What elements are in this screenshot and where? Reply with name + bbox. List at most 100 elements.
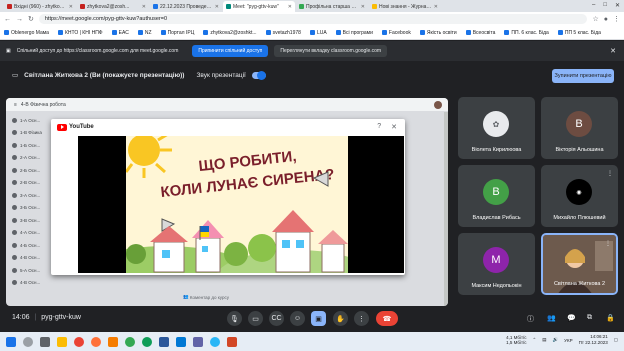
tab-close-icon[interactable]: ✕ bbox=[69, 4, 73, 10]
bookmark-12[interactable]: ПП. 6 клас. Біда bbox=[504, 29, 549, 36]
class-icon bbox=[12, 180, 17, 186]
explorer-icon[interactable] bbox=[57, 336, 67, 347]
people-icon[interactable]: 👥 bbox=[547, 314, 556, 322]
participant-tile-1[interactable]: В Вікторія Альошина bbox=[541, 97, 618, 159]
browser-tab-2[interactable]: 22.12.2023 Проведення о...✕ bbox=[150, 1, 222, 12]
browser-tab-3[interactable]: Meet: "pyg-gttv-kuw" ✕ bbox=[223, 1, 295, 12]
microphone-button[interactable]: 🎙 bbox=[227, 311, 242, 326]
stop-presenting-button[interactable]: Зупинити презентацію bbox=[552, 69, 614, 83]
participant-tile-3[interactable]: ◉ Михайло Плюшевий ⋮ bbox=[541, 165, 618, 227]
class-icon bbox=[12, 230, 17, 236]
window-controls: – □ ✕ bbox=[592, 2, 620, 9]
keyboard-language[interactable]: УКР bbox=[564, 338, 572, 343]
mail-icon[interactable] bbox=[176, 336, 186, 347]
notification-icon[interactable]: ▢ bbox=[614, 337, 618, 343]
browser-tab-0[interactable]: Вхідні (960) - zhytkova2@sosh...✕ bbox=[4, 1, 76, 12]
telegram-icon[interactable] bbox=[210, 336, 220, 347]
profile-icon[interactable]: ● bbox=[604, 16, 608, 23]
firefox-icon[interactable] bbox=[91, 336, 101, 347]
bookmark-11[interactable]: Всеосвіта bbox=[465, 29, 496, 36]
store-icon[interactable] bbox=[193, 336, 203, 347]
bookmark-2[interactable]: EAC bbox=[111, 29, 129, 36]
info-icon[interactable]: ⓘ bbox=[527, 314, 534, 324]
window-close-icon[interactable]: ✕ bbox=[615, 2, 620, 9]
participant-menu-icon[interactable]: ⋮ bbox=[605, 240, 611, 247]
browser-tab-1[interactable]: zhytkova2@zosh... ✕ bbox=[77, 1, 149, 12]
banner-close-icon[interactable]: ✕ bbox=[610, 47, 616, 55]
bookmark-label: EAC bbox=[118, 29, 129, 36]
present-button[interactable]: ▣ bbox=[311, 311, 326, 326]
bookmark-4[interactable]: Портал IPЦ bbox=[160, 29, 195, 36]
bookmark-0[interactable]: Oblenergo Мама bbox=[4, 30, 49, 36]
minimize-icon[interactable]: – bbox=[592, 2, 595, 9]
video-player[interactable]: ЩО РОБИТИ, КОЛИ ЛУНАЄ СИРЕНА? bbox=[78, 136, 404, 273]
bookmark-icon bbox=[203, 30, 209, 35]
bookmark-label: Всеосвіта bbox=[472, 29, 496, 36]
bookmark-label: Портал IPЦ bbox=[167, 29, 195, 36]
youtube-modal: YouTube ? ✕ ЩО РОБИТИ, КОЛИ ЛУНАЄ СИРЕНА… bbox=[51, 119, 405, 275]
reactions-button[interactable]: ☺ bbox=[290, 311, 305, 326]
back-icon[interactable]: ← bbox=[4, 16, 11, 23]
search-icon[interactable] bbox=[23, 336, 33, 347]
volume-icon[interactable]: 🔊 bbox=[553, 337, 559, 343]
bookmark-10[interactable]: Якість освіти bbox=[419, 29, 457, 36]
close-icon[interactable]: ✕ bbox=[391, 123, 397, 131]
class-icon bbox=[12, 267, 17, 273]
bookmark-8[interactable]: Всі програми bbox=[335, 30, 373, 36]
tray-chevron-icon[interactable]: ⌃ bbox=[533, 337, 537, 343]
host-controls-icon[interactable]: 🔒 bbox=[606, 314, 615, 322]
bookmark-5[interactable]: zhytkova2@zoshkt... bbox=[203, 30, 257, 36]
participant-tile-4[interactable]: M Максим Недопьокін bbox=[458, 233, 535, 295]
media-player-icon[interactable] bbox=[108, 336, 118, 347]
chat-icon[interactable]: 💬 bbox=[567, 314, 576, 322]
tab-close-icon[interactable]: ✕ bbox=[215, 4, 219, 10]
tab-close-icon[interactable]: ✕ bbox=[288, 4, 292, 10]
camera-button[interactable]: ▭ bbox=[248, 311, 263, 326]
windows-start-icon[interactable] bbox=[6, 336, 16, 347]
class-label: 1-В Фізика bbox=[20, 130, 42, 136]
bookmark-7[interactable]: LUA bbox=[309, 29, 327, 36]
captions-button[interactable]: CC bbox=[269, 311, 284, 326]
stop-sharing-button[interactable]: Припинити спільний доступ bbox=[192, 45, 269, 57]
edge-icon[interactable] bbox=[142, 336, 152, 347]
tab-close-icon[interactable]: ✕ bbox=[434, 4, 438, 10]
tab-close-icon[interactable]: ✕ bbox=[361, 4, 365, 10]
switch-tab-button[interactable]: Переглянути вкладку classroom.google.com bbox=[274, 45, 388, 57]
activities-icon[interactable]: ⧉ bbox=[587, 314, 592, 322]
system-clock[interactable]: 14:06:21 Пт 22.12.2023 bbox=[579, 334, 608, 346]
browser-tab-5[interactable]: Нові знання - Журнали - Елек...✕ bbox=[369, 1, 441, 12]
reload-icon[interactable]: ↻ bbox=[28, 15, 34, 23]
raise-hand-button[interactable]: ✋ bbox=[333, 311, 348, 326]
modal-header: YouTube ? ✕ bbox=[51, 119, 405, 135]
browser-menu-icon[interactable]: ⋮ bbox=[613, 15, 620, 23]
help-icon[interactable]: ? bbox=[377, 123, 381, 131]
participant-tile-2[interactable]: В Владислав Рибась bbox=[458, 165, 535, 227]
participant-tile-self[interactable]: Світлана Житкова 2 ⋮ bbox=[541, 233, 618, 295]
participant-menu-icon[interactable]: ⋮ bbox=[607, 170, 613, 177]
network-icon[interactable]: ▤ bbox=[542, 337, 546, 343]
bookmark-label: LUA bbox=[316, 29, 327, 36]
bookmark-6[interactable]: svetazh1978 bbox=[265, 30, 301, 36]
end-call-button[interactable]: ☎ bbox=[376, 311, 398, 326]
presentation-sound-toggle[interactable] bbox=[251, 70, 266, 80]
browser-tab-4[interactable]: Профільна старша школа: вов...✕ bbox=[296, 1, 368, 12]
more-options-button[interactable]: ⋮ bbox=[354, 311, 369, 326]
powerpoint-icon[interactable] bbox=[227, 336, 237, 347]
bookmark-label: Якість освіти bbox=[426, 29, 457, 36]
chrome-icon[interactable] bbox=[125, 336, 135, 347]
participant-tile-0[interactable]: ✿ Віолета Кирилюова bbox=[458, 97, 535, 159]
bookmark-3[interactable]: NZ bbox=[137, 30, 152, 36]
tab-close-icon[interactable]: ✕ bbox=[142, 4, 146, 10]
url-field[interactable]: https://meet.google.com/pyg-gttv-kuw?aut… bbox=[38, 14, 588, 24]
modal-actions: ? ✕ bbox=[377, 123, 397, 131]
bookmark-9[interactable]: Facebook bbox=[381, 30, 411, 36]
opera-icon[interactable] bbox=[74, 336, 84, 347]
word-icon[interactable] bbox=[159, 336, 169, 347]
task-view-icon[interactable] bbox=[40, 336, 50, 347]
forward-icon[interactable]: → bbox=[16, 16, 23, 23]
star-icon[interactable]: ☆ bbox=[592, 15, 598, 23]
bookmark-1[interactable]: КНТО | КНІ НПФ bbox=[57, 30, 103, 36]
bookmark-label: ПП. 6 клас. Біда bbox=[511, 29, 549, 36]
maximize-icon[interactable]: □ bbox=[603, 2, 607, 9]
bookmark-13[interactable]: ПП 5 клас. Біда bbox=[557, 30, 601, 36]
